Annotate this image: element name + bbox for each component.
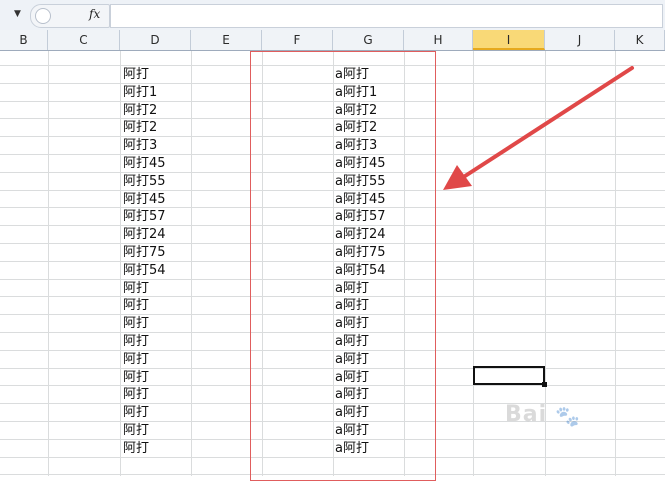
active-cell[interactable] [473, 366, 545, 385]
fill-handle[interactable] [542, 382, 547, 387]
watermark-logo: Bai [505, 402, 548, 427]
paw-icon: 🐾 [555, 404, 580, 428]
